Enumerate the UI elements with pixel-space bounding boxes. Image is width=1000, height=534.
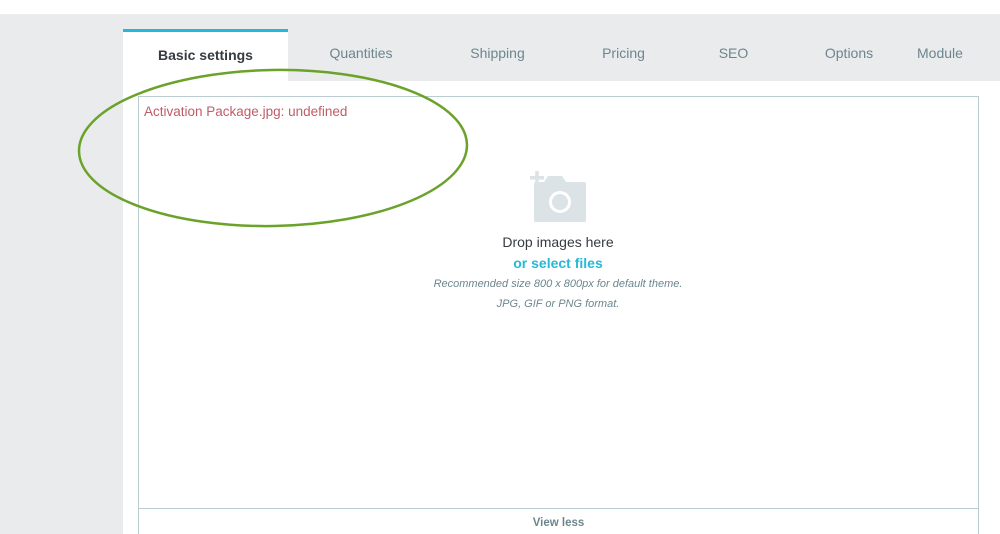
- format-hint: JPG, GIF or PNG format.: [496, 298, 620, 310]
- camera-add-icon[interactable]: [528, 170, 588, 222]
- tab-modules[interactable]: Module: [917, 29, 1000, 81]
- upload-error-message: Activation Package.jpg: undefined: [144, 104, 348, 119]
- view-less-button[interactable]: View less: [138, 508, 979, 534]
- recommended-size-hint: Recommended size 800 x 800px for default…: [433, 278, 683, 290]
- tab-options[interactable]: Options: [781, 29, 917, 81]
- product-tabs: Basic settings Quantities Shipping Prici…: [123, 29, 1000, 81]
- drop-images-text: Drop images here: [502, 234, 614, 250]
- select-files-link[interactable]: or select files: [0, 255, 1000, 271]
- tab-quantities[interactable]: Quantities: [288, 29, 434, 81]
- tab-shipping[interactable]: Shipping: [434, 29, 561, 81]
- tab-pricing[interactable]: Pricing: [561, 29, 686, 81]
- tab-basic-settings[interactable]: Basic settings: [123, 29, 288, 81]
- tab-seo[interactable]: SEO: [686, 29, 781, 81]
